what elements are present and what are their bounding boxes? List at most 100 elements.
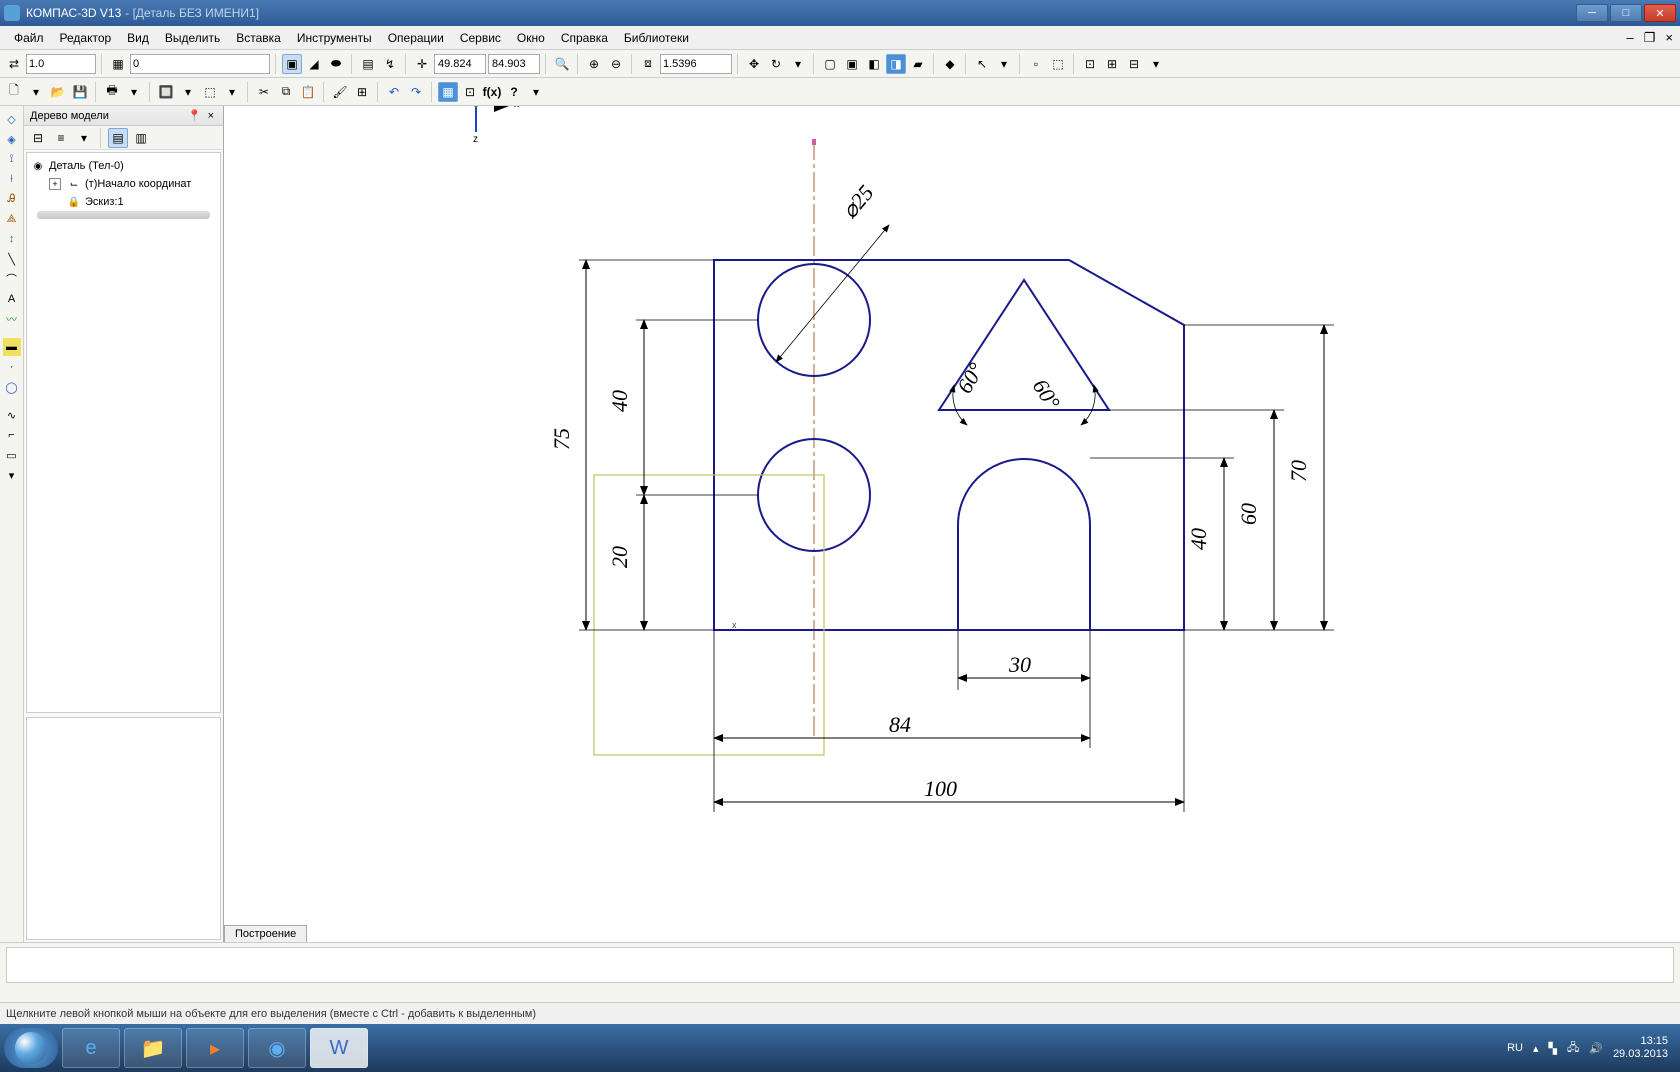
save-button[interactable]: 💾 xyxy=(70,82,90,102)
tree-body[interactable]: ◉ Деталь (Тел-0) + ⌙ (т)Начало координат… xyxy=(26,152,221,713)
tree-view1-button[interactable]: ≡ xyxy=(51,128,71,148)
menu-insert[interactable]: Вставка xyxy=(228,28,289,48)
wavy-tool-button[interactable]: 〰 xyxy=(3,310,21,328)
coord-x-field[interactable] xyxy=(434,54,486,74)
zoom-in-button[interactable]: ⊕ xyxy=(584,54,604,74)
measure-tool-button[interactable]: ⟁ xyxy=(3,210,21,228)
grid-button[interactable]: ▤ xyxy=(358,54,378,74)
dimension-tool-button[interactable]: ⟟ xyxy=(3,150,21,168)
tray-chevron-icon[interactable]: ▴ xyxy=(1533,1042,1539,1055)
perspective-button[interactable]: ▰ xyxy=(908,54,928,74)
rotate-button[interactable]: ↻ xyxy=(766,54,786,74)
undo-button[interactable]: ↶ xyxy=(384,82,404,102)
tool-d-button[interactable]: ⊞ xyxy=(1102,54,1122,74)
maximize-button[interactable]: □ xyxy=(1610,4,1642,22)
cut-button[interactable]: ✂ xyxy=(254,82,274,102)
tray-flag-icon[interactable]: ▚ xyxy=(1549,1042,1557,1055)
tool-b-button[interactable]: ⬚ xyxy=(1048,54,1068,74)
menu-file[interactable]: Файл xyxy=(6,28,52,48)
task-explorer[interactable]: 📁 xyxy=(124,1028,182,1068)
dropdown-icon[interactable]: ▾ xyxy=(1146,54,1166,74)
print-preview-button[interactable]: ▾ xyxy=(124,82,144,102)
task-word[interactable]: W xyxy=(310,1028,368,1068)
paste-button[interactable]: 📋 xyxy=(298,82,318,102)
tree-mode1-button[interactable]: ▤ xyxy=(108,128,128,148)
simplify-button[interactable]: ◆ xyxy=(940,54,960,74)
circle-tool-button[interactable]: ◯ xyxy=(3,378,21,396)
menu-select[interactable]: Выделить xyxy=(157,28,228,48)
tray-volume-icon[interactable]: 🔊 xyxy=(1589,1042,1603,1055)
tree-pin-button[interactable]: 📍 xyxy=(185,109,205,122)
menu-service[interactable]: Сервис xyxy=(452,28,509,48)
layer-icon[interactable]: ▦ xyxy=(108,54,128,74)
ortho-button[interactable]: ◢ xyxy=(304,54,324,74)
shaded-button[interactable]: ◧ xyxy=(864,54,884,74)
point-tool-button[interactable]: · xyxy=(3,358,21,376)
doc-restore-button[interactable]: ❐ xyxy=(1641,30,1659,46)
new-dropdown-icon[interactable]: ▾ xyxy=(26,82,46,102)
preview-dd-icon[interactable]: ▾ xyxy=(178,82,198,102)
task-kompas[interactable]: ◉ xyxy=(248,1028,306,1068)
tree-root-node[interactable]: ◉ Деталь (Тел-0) xyxy=(31,157,216,175)
tool-g-button[interactable]: ⬚ xyxy=(200,82,220,102)
text-a-tool-button[interactable]: A xyxy=(3,290,21,308)
menu-view[interactable]: Вид xyxy=(119,28,157,48)
step-icon[interactable]: ⇄ xyxy=(4,54,24,74)
redraw-button[interactable]: ▾ xyxy=(994,54,1014,74)
pan-button[interactable]: ✥ xyxy=(744,54,764,74)
zoom-out-button[interactable]: ⊖ xyxy=(606,54,626,74)
text-tool-button[interactable]: Ꭿ xyxy=(3,190,21,208)
tray-clock[interactable]: 13:15 29.03.2013 xyxy=(1613,1035,1668,1061)
tree-collapse-button[interactable]: ⊟ xyxy=(28,128,48,148)
corner-tool-button[interactable]: ⌐ xyxy=(3,426,21,444)
menu-tools[interactable]: Инструменты xyxy=(289,28,380,48)
line-tool-button[interactable]: ╲ xyxy=(3,250,21,268)
tab-construction[interactable]: Построение xyxy=(224,925,307,942)
preview-button[interactable]: 🔲 xyxy=(156,82,176,102)
drawing-canvas[interactable]: ⌀25 75 40 20 70 60 xyxy=(224,106,1680,942)
doc-close-button[interactable]: × xyxy=(1662,30,1676,46)
task-ie[interactable]: e xyxy=(62,1028,120,1068)
local-cs-button[interactable]: ↯ xyxy=(380,54,400,74)
zoom-window-button[interactable]: ⧈ xyxy=(638,54,658,74)
variables-button[interactable]: ⊡ xyxy=(460,82,480,102)
notation-tool-button[interactable]: ⟊ xyxy=(3,170,21,188)
format-painter-button[interactable]: 🖌 xyxy=(330,82,350,102)
zoom-fit-button[interactable]: 🔍 xyxy=(552,54,572,74)
tool-a-button[interactable]: ▫ xyxy=(1026,54,1046,74)
expand-icon[interactable]: + xyxy=(49,178,61,190)
highlight-tool-button[interactable]: ▬ xyxy=(3,338,21,356)
fx-button[interactable]: f(x) xyxy=(482,82,502,102)
arrow-tool-button[interactable]: ↖ xyxy=(972,54,992,74)
tool-c-button[interactable]: ⊡ xyxy=(1080,54,1100,74)
rect-tool-button[interactable]: ▭ xyxy=(3,446,21,464)
minimize-button[interactable]: ─ xyxy=(1576,4,1608,22)
manager-button[interactable]: ▦ xyxy=(438,82,458,102)
arc-tool-button[interactable]: ⌒ xyxy=(3,270,21,288)
spline-tool-button[interactable]: ∿ xyxy=(3,406,21,424)
shaded-edges-button[interactable]: ◨ xyxy=(886,54,906,74)
menu-operations[interactable]: Операции xyxy=(380,28,452,48)
tree-mode2-button[interactable]: ▥ xyxy=(131,128,151,148)
hidden-lines-button[interactable]: ▣ xyxy=(842,54,862,74)
new-button[interactable]: 🗋 xyxy=(4,82,24,102)
redo-button[interactable]: ↷ xyxy=(406,82,426,102)
edit-tool-button[interactable]: ◈ xyxy=(3,130,21,148)
snap-toggle-button[interactable]: ▣ xyxy=(282,54,302,74)
dropdown2-icon[interactable]: ▾ xyxy=(526,82,546,102)
orientation-button[interactable]: ▾ xyxy=(788,54,808,74)
round-button[interactable]: ⬬ xyxy=(326,54,346,74)
property-inner[interactable] xyxy=(6,947,1674,983)
tool-e-button[interactable]: ⊟ xyxy=(1124,54,1144,74)
close-button[interactable]: ✕ xyxy=(1644,4,1676,22)
menu-window[interactable]: Окно xyxy=(509,28,553,48)
doc-minimize-button[interactable]: – xyxy=(1624,30,1637,46)
properties-button[interactable]: ⊞ xyxy=(352,82,372,102)
tree-sketch-node[interactable]: 🔒 Эскиз:1 xyxy=(31,193,216,211)
param-tool-button[interactable]: ↕ xyxy=(3,230,21,248)
tray-lang[interactable]: RU xyxy=(1507,1042,1523,1054)
copy-button[interactable]: ⧉ xyxy=(276,82,296,102)
start-button[interactable] xyxy=(4,1028,58,1068)
tree-view1-dd[interactable]: ▾ xyxy=(74,128,94,148)
tree-origin-node[interactable]: + ⌙ (т)Начало координат xyxy=(31,175,216,193)
